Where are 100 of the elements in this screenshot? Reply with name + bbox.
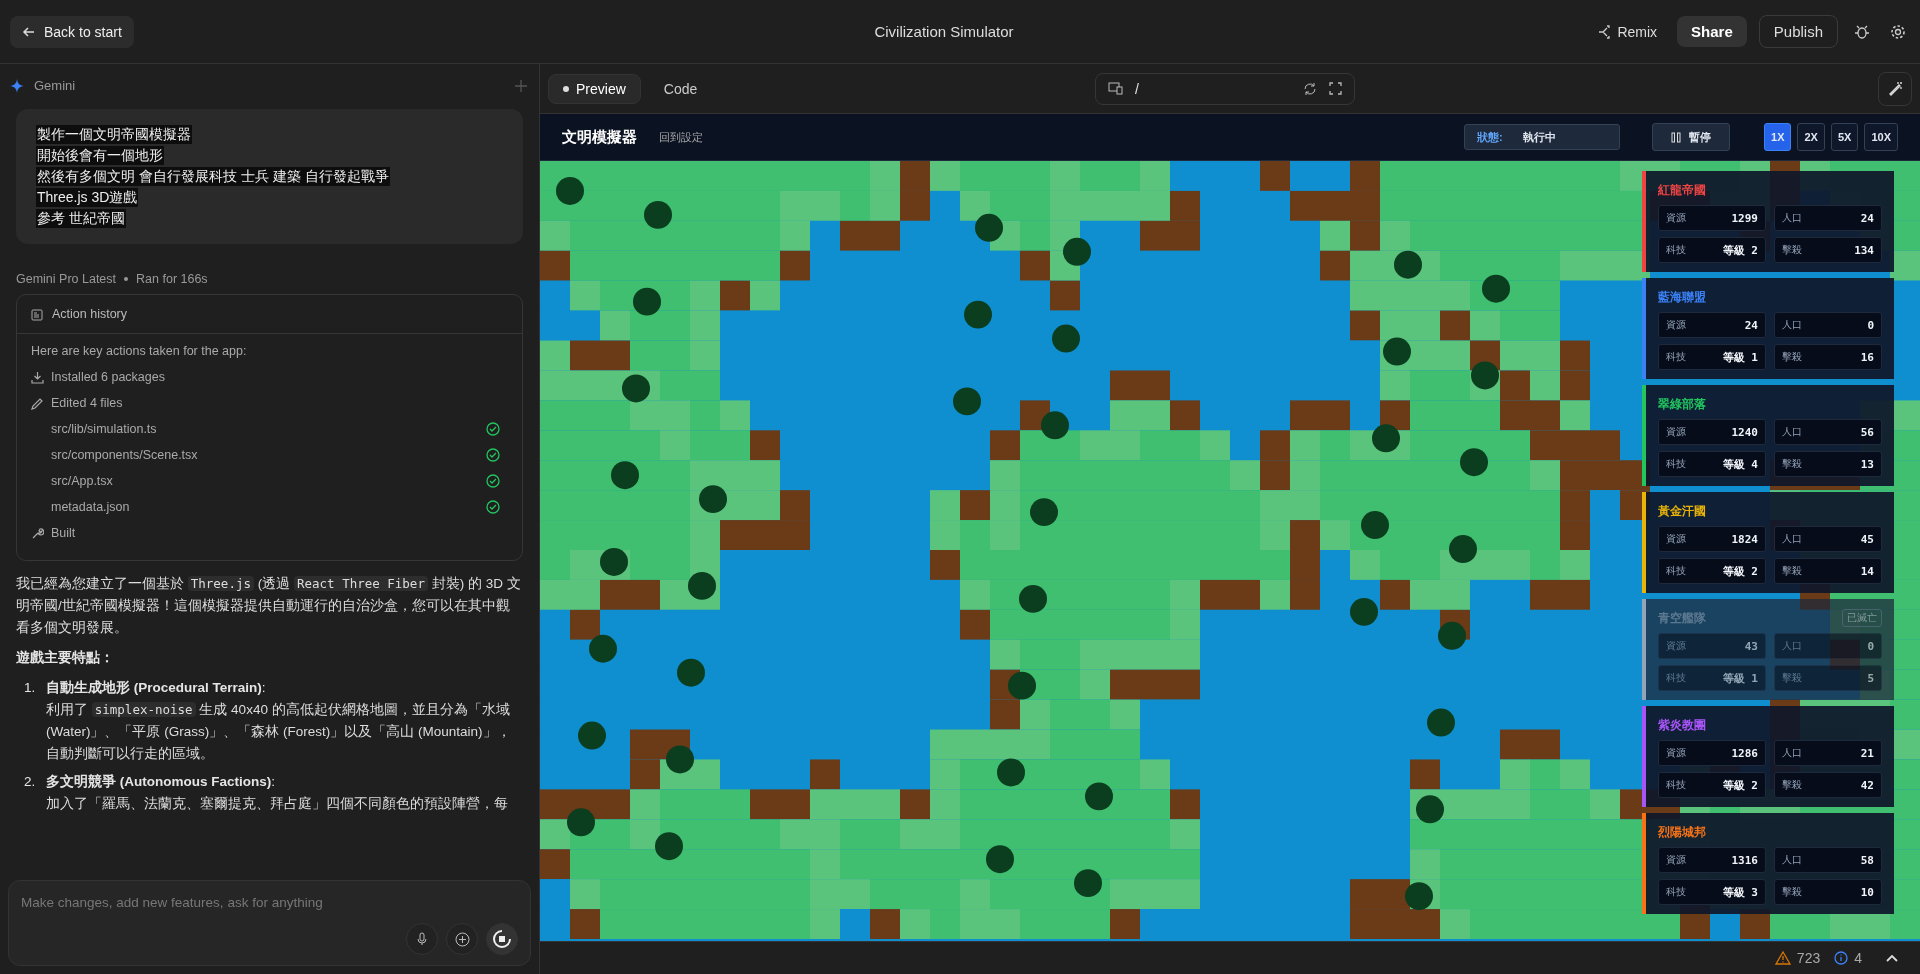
- download-icon: [31, 370, 44, 384]
- address-bar[interactable]: /: [1095, 72, 1355, 105]
- preview-tab[interactable]: Code: [648, 73, 713, 104]
- publish-button[interactable]: Publish: [1758, 15, 1838, 48]
- stat-value: 24: [1744, 318, 1758, 332]
- action-intro: Here are key actions taken for the app:: [31, 344, 248, 358]
- stat-value: 等級 1: [1722, 349, 1758, 365]
- separator-dot: [124, 277, 129, 281]
- sparkle-icon: [10, 78, 24, 93]
- speed-button[interactable]: 2X: [1797, 123, 1825, 151]
- simulator-title: 文明模擬器: [562, 127, 637, 147]
- stat-value: 5: [1867, 671, 1874, 685]
- stat-value: 等級 2: [1722, 777, 1758, 793]
- destroyed-badge: 已滅亡: [1842, 609, 1882, 627]
- stat-label: 人口: [1782, 318, 1802, 332]
- stat-label: 擊殺: [1782, 350, 1802, 364]
- stat-label: 擊殺: [1782, 671, 1802, 685]
- fullscreen-icon[interactable]: [1329, 82, 1342, 95]
- branch-icon: [1597, 24, 1612, 39]
- stat-value: 等級 3: [1722, 884, 1758, 900]
- clipboard-icon: [31, 307, 44, 321]
- stat-value: 等級 2: [1722, 242, 1758, 258]
- model-label: Gemini Pro Latest: [16, 272, 117, 286]
- step-label: Installed 6 packages: [51, 370, 165, 384]
- stat-value: 56: [1860, 425, 1874, 439]
- add-button[interactable]: [446, 923, 478, 955]
- devices-icon[interactable]: [1108, 82, 1123, 95]
- chat-header: Gemini: [34, 78, 76, 93]
- info-icon[interactable]: [1834, 951, 1849, 965]
- stat-label: 人口: [1782, 532, 1802, 546]
- faction-name: 藍海聯盟: [1658, 288, 1706, 306]
- stat-label: 資源: [1666, 211, 1686, 225]
- feature-title: 自動生成地形 (Procedural Terrain):: [46, 679, 267, 697]
- file-name: src/lib/simulation.ts: [51, 422, 157, 436]
- stat-label: 資源: [1666, 639, 1686, 653]
- stat-label: 科技: [1666, 350, 1686, 364]
- stat-label: 資源: [1666, 425, 1686, 439]
- response-paragraph: 我已經為您建立了一個基於 Three.js (透過 React Three Fiber 封裝) 的 3D 文明帝國/世紀帝國模擬器！這個模擬器提供自動運行的自治沙盒，您可以在其中觀看多個文明發展。: [16, 575, 522, 637]
- speed-button[interactable]: 1X: [1764, 123, 1792, 151]
- stat-label: 資源: [1666, 318, 1686, 332]
- action-history-title[interactable]: Action history: [52, 307, 128, 321]
- stat-label: 人口: [1782, 211, 1802, 225]
- warning-icon[interactable]: [1774, 951, 1791, 965]
- microphone-icon: [415, 932, 429, 946]
- chevron-up-icon[interactable]: [1886, 954, 1898, 962]
- preview-tab[interactable]: Preview: [548, 73, 641, 104]
- stat-value: 21: [1860, 746, 1874, 760]
- faction-name: 黃金汗國: [1658, 502, 1706, 520]
- faction-name: 翠綠部落: [1658, 395, 1706, 413]
- stat-label: 擊殺: [1782, 885, 1802, 899]
- stat-value: 42: [1860, 778, 1874, 792]
- address-path: /: [1135, 80, 1140, 97]
- faction-name: 紫炎教團: [1658, 716, 1706, 734]
- edit-button[interactable]: [1878, 71, 1912, 106]
- stat-label: 擊殺: [1782, 564, 1802, 578]
- stat-value: 1299: [1731, 211, 1758, 225]
- stat-value: 等級 4: [1722, 456, 1758, 472]
- stat-label: 科技: [1666, 778, 1686, 792]
- list-number: 2.: [24, 773, 37, 791]
- pause-button[interactable]: 暫停: [1652, 123, 1730, 151]
- feature-description: 加入了「羅馬、法蘭克、塞爾提克、拜占庭」四個不同顏色的預設陣營，每: [46, 795, 509, 813]
- microphone-button[interactable]: [406, 923, 438, 955]
- warning-count: 723: [1796, 950, 1821, 966]
- share-button[interactable]: Share: [1677, 16, 1747, 47]
- bug-icon[interactable]: [1854, 23, 1870, 40]
- stat-value: 1286: [1731, 746, 1758, 760]
- stat-label: 資源: [1666, 853, 1686, 867]
- wrench-icon: [31, 526, 44, 540]
- run-time: Ran for 166s: [136, 272, 208, 286]
- stat-label: 人口: [1782, 639, 1802, 653]
- section-heading: 遊戲主要特點：: [16, 649, 115, 667]
- stat-label: 人口: [1782, 853, 1802, 867]
- stat-value: 13: [1860, 457, 1874, 471]
- settings-icon[interactable]: [1890, 23, 1906, 40]
- magic-pencil-icon: [1887, 81, 1903, 96]
- stat-value: 10: [1860, 885, 1874, 899]
- feature-description: 利用了 simplex-noise 生成 40x40 的高低起伏網格地圖，並且分為「水域 (Water)」、「平原 (Grass)」、「森林 (Forest)」以及「高山 (Mountain)」，自動判斷可以行走的區域。: [46, 701, 512, 763]
- status-value: 執行中: [1522, 129, 1556, 145]
- refresh-icon[interactable]: [1303, 81, 1317, 96]
- info-count: 4: [1854, 950, 1862, 966]
- pause-icon: [1671, 131, 1681, 143]
- faction-name: 紅龍帝國: [1658, 181, 1706, 199]
- remix-button[interactable]: Remix: [1589, 17, 1666, 46]
- stat-value: 等級 1: [1722, 670, 1758, 686]
- stat-label: 科技: [1666, 564, 1686, 578]
- stat-label: 科技: [1666, 457, 1686, 471]
- input-placeholder: Make changes, add new features, ask for anything: [21, 895, 323, 910]
- stat-label: 擊殺: [1782, 457, 1802, 471]
- stat-label: 人口: [1782, 425, 1802, 439]
- back-button[interactable]: Back to start: [10, 15, 134, 48]
- stat-value: 58: [1860, 853, 1874, 867]
- plus-circle-icon: [454, 931, 470, 947]
- speed-button[interactable]: 5X: [1830, 123, 1859, 151]
- speed-button[interactable]: 10X: [1864, 123, 1898, 151]
- faction-name: 青空艦隊: [1658, 609, 1706, 627]
- reset-link[interactable]: 回到設定: [657, 127, 705, 147]
- app-title: Civilization Simulator: [874, 23, 1014, 40]
- stat-label: 人口: [1782, 746, 1802, 760]
- stop-button[interactable]: [486, 923, 518, 955]
- stat-value: 14: [1860, 564, 1874, 578]
